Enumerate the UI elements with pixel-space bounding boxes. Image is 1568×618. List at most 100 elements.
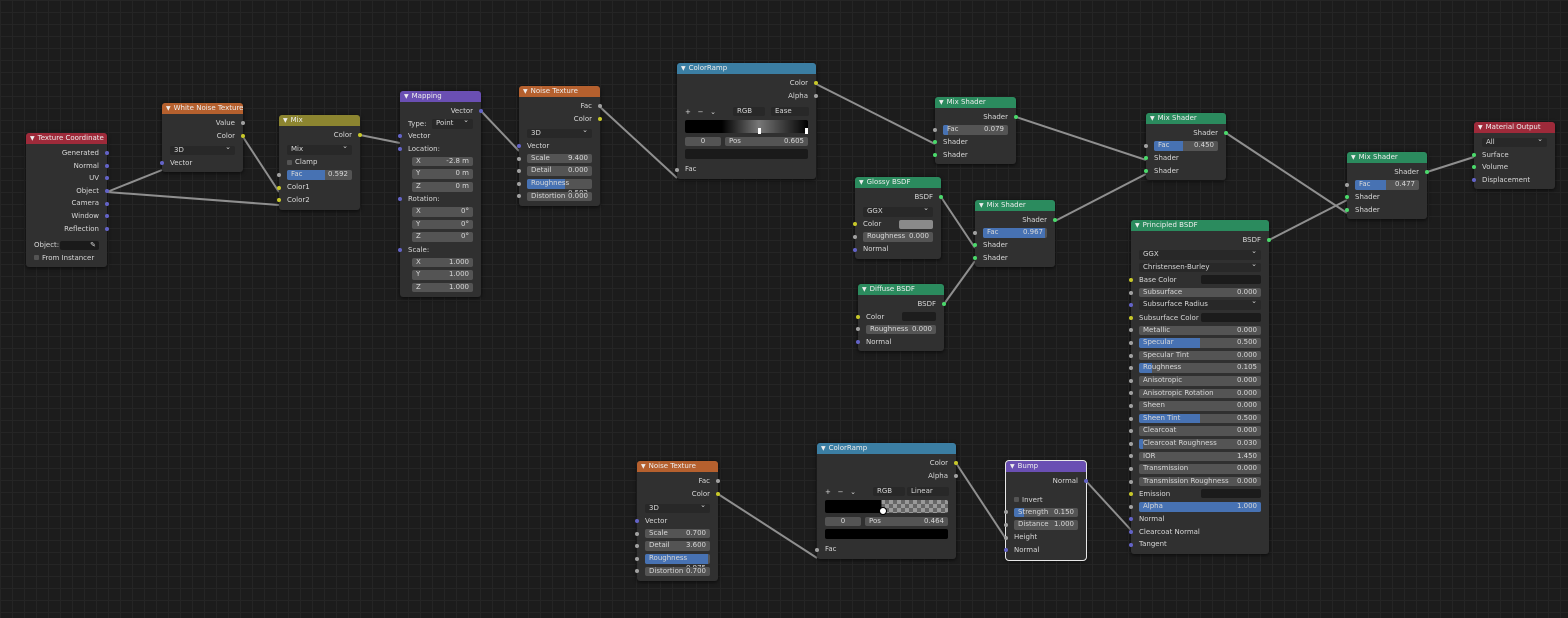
remove-stop-button[interactable]: −	[838, 488, 844, 496]
collapse-icon[interactable]: ▼	[859, 179, 864, 186]
principled-input-transmission-roughness[interactable]: Transmission Roughness 0.000	[1129, 475, 1269, 488]
color-stop-handle[interactable]	[805, 128, 808, 135]
fac-slider[interactable]: Fac 0.967	[973, 227, 1055, 240]
socket-icon[interactable]	[517, 194, 521, 199]
socket-icon[interactable]	[1004, 535, 1008, 540]
color-ramp-node[interactable]: ▼ ColorRamp Color Alpha + − ⌄ RGB Linear …	[815, 443, 958, 559]
detail-field[interactable]: Detail 3.600	[635, 540, 718, 553]
mix-shader-node[interactable]: ▼ Mix Shader Shader Fac 0.079 Shader Shade…	[933, 97, 1018, 165]
socket-icon[interactable]	[1004, 523, 1008, 528]
principled-input-sheen-tint[interactable]: Sheen Tint 0.500	[1129, 412, 1269, 425]
socket-icon[interactable]	[1144, 156, 1148, 161]
eyedropper-icon[interactable]: ✎	[90, 239, 96, 252]
socket-icon[interactable]	[716, 491, 720, 496]
color-swatch[interactable]	[1201, 489, 1261, 499]
distortion-field[interactable]: Distortion 0.000	[517, 190, 600, 203]
strength-slider[interactable]: Strength 0.150	[1004, 506, 1086, 519]
location-z[interactable]: Z0 m	[400, 181, 481, 194]
location-x[interactable]: X -2.8 m	[400, 155, 481, 168]
node-header[interactable]: ▼ ColorRamp	[677, 63, 816, 74]
distance-field[interactable]: Distance 1.000	[1004, 519, 1086, 532]
mix-shader-node[interactable]: ▼ Mix Shader Shader Fac 0.450 Shader Shade…	[1144, 113, 1228, 181]
socket-icon[interactable]	[1129, 441, 1133, 446]
principled-input-subsurface-color[interactable]: Subsurface Color	[1129, 312, 1269, 325]
node-header[interactable]: ▼ Mix Shader	[935, 97, 1016, 108]
distribution-select[interactable]: GGX	[855, 204, 941, 219]
texture-coordinate-node[interactable]: ▼ Texture Coordinate Generated Normal UV …	[26, 133, 109, 268]
socket-icon[interactable]	[1144, 143, 1148, 148]
socket-icon[interactable]	[1129, 366, 1133, 371]
socket-icon[interactable]	[675, 167, 679, 172]
socket-icon[interactable]	[277, 185, 281, 190]
socket-icon[interactable]	[277, 173, 281, 178]
remove-stop-button[interactable]: −	[698, 108, 704, 116]
socket-icon[interactable]	[1129, 454, 1133, 459]
socket-icon[interactable]	[1129, 529, 1133, 534]
principled-input-ior[interactable]: IOR 1.450	[1129, 450, 1269, 463]
collapse-icon[interactable]: ▼	[641, 463, 646, 470]
socket-icon[interactable]	[1472, 178, 1476, 183]
node-header[interactable]: ▼ Mix	[279, 115, 360, 126]
socket-icon[interactable]	[1129, 290, 1133, 295]
detail-field[interactable]: Detail 0.000	[517, 165, 600, 178]
socket-icon[interactable]	[398, 147, 402, 152]
checkbox-icon[interactable]	[1014, 497, 1019, 503]
node-header[interactable]: ▼ Bump	[1006, 461, 1086, 472]
socket-icon[interactable]	[635, 569, 639, 574]
socket-icon[interactable]	[517, 144, 521, 149]
socket-icon[interactable]	[856, 340, 860, 345]
checkbox-icon[interactable]	[34, 255, 39, 261]
collapse-icon[interactable]: ▼	[821, 445, 826, 452]
socket-icon[interactable]	[517, 156, 521, 161]
principled-input-transmission[interactable]: Transmission 0.000	[1129, 463, 1269, 476]
dimensions-select[interactable]: 3D	[519, 126, 600, 140]
socket-icon[interactable]	[517, 169, 521, 174]
principled-input-clearcoat-roughness[interactable]: Clearcoat Roughness 0.030	[1129, 438, 1269, 451]
fac-slider[interactable]: Fac 0.079	[933, 124, 1016, 137]
socket-icon[interactable]	[1472, 165, 1476, 170]
scale-field[interactable]: Scale 0.700	[635, 527, 718, 540]
principled-input-subsurface[interactable]: Subsurface 0.000	[1129, 286, 1269, 299]
principled-input-clearcoat[interactable]: Clearcoat 0.000	[1129, 425, 1269, 438]
principled-input-alpha[interactable]: Alpha 1.000	[1129, 500, 1269, 513]
socket-icon[interactable]	[1129, 328, 1133, 333]
collapse-icon[interactable]: ▼	[523, 88, 528, 95]
color-swatch[interactable]	[899, 219, 933, 229]
node-header[interactable]: ▼ Glossy BSDF	[855, 177, 941, 188]
node-header[interactable]: ▼ Mix Shader	[975, 200, 1055, 211]
mix-shader-node[interactable]: ▼ Mix Shader Shader Fac 0.967 Shader Shade…	[973, 200, 1057, 268]
type-select[interactable]: Type: Point	[400, 116, 481, 131]
node-header[interactable]: ▼ Mapping	[400, 91, 481, 102]
collapse-icon[interactable]: ▼	[1150, 115, 1155, 122]
socket-icon[interactable]	[1129, 303, 1133, 308]
noise-texture-node[interactable]: ▼Noise Texture Fac Color 3D Vector Scale…	[635, 461, 720, 581]
principled-input-emission[interactable]: Emission	[1129, 488, 1269, 501]
socket-icon[interactable]	[814, 93, 818, 98]
socket-icon[interactable]	[1345, 182, 1349, 187]
socket-icon[interactable]	[1004, 548, 1008, 553]
socket-icon[interactable]	[856, 314, 860, 319]
socket-icon[interactable]	[1129, 315, 1133, 320]
socket-icon[interactable]	[398, 197, 402, 202]
socket-icon[interactable]	[1129, 429, 1133, 434]
collapse-icon[interactable]: ▼	[1351, 154, 1356, 161]
principled-input-subsurface-radius[interactable]: Subsurface Radius	[1129, 298, 1269, 312]
socket-icon[interactable]	[635, 519, 639, 524]
mapping-node[interactable]: ▼Mapping Vector Type:Point Vector Locati…	[398, 91, 483, 297]
socket-icon[interactable]	[105, 163, 109, 168]
diffuse-bsdf-node[interactable]: ▼ Diffuse BSDF BSDF Color Roughness 0.000 …	[856, 284, 946, 352]
interpolation-select[interactable]: Linear	[907, 487, 949, 497]
socket-icon[interactable]	[1129, 466, 1133, 471]
socket-icon[interactable]	[105, 201, 109, 206]
socket-icon[interactable]	[853, 247, 857, 252]
stop-position-field[interactable]: Pos 0.464	[865, 516, 948, 527]
scale-z[interactable]: Z 1.000	[400, 281, 481, 294]
node-header[interactable]: ▼ Noise Texture	[519, 86, 600, 97]
principled-input-roughness[interactable]: Roughness 0.105	[1129, 362, 1269, 375]
input-color[interactable]: Color	[853, 218, 941, 231]
location-y[interactable]: Y0 m	[400, 168, 481, 181]
collapse-icon[interactable]: ▼	[1010, 463, 1015, 470]
roughness-field[interactable]: Roughness 0.000	[856, 323, 944, 336]
invert-toggle[interactable]: Invert	[1006, 494, 1086, 507]
socket-icon[interactable]	[1129, 378, 1133, 383]
